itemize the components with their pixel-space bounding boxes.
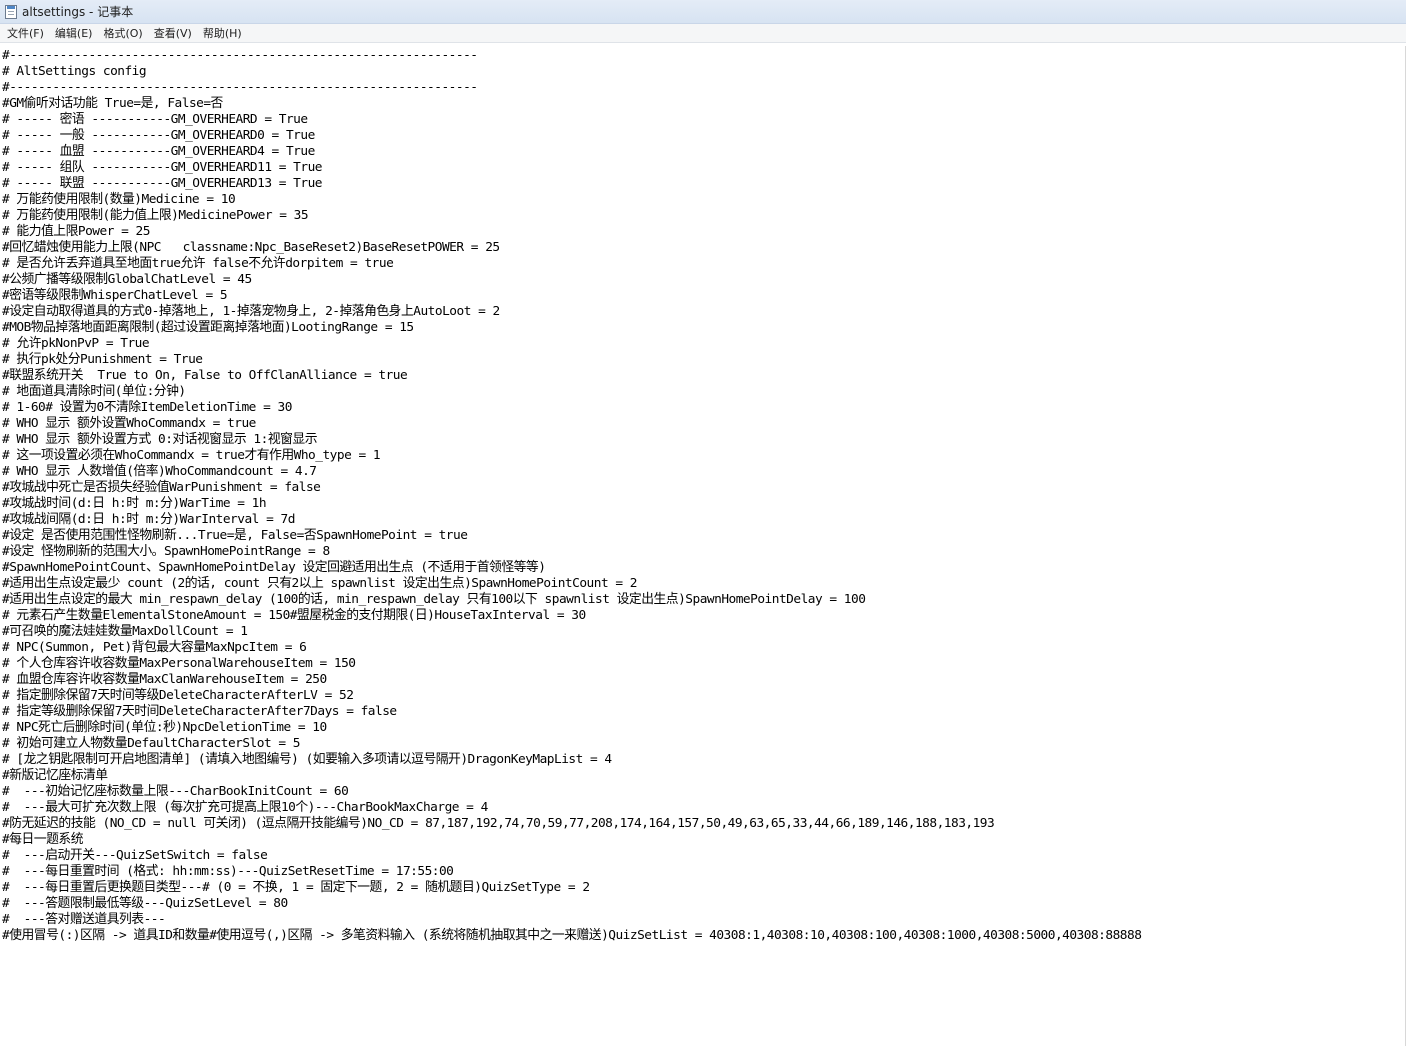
- text-line: #防无延迟的技能 (NO_CD = null 可关闭) (逗点隔开技能编号)NO…: [2, 816, 995, 831]
- text-line: #公频广播等级限制GlobalChatLevel = 45: [2, 272, 252, 287]
- text-line: #SpawnHomePointCount、SpawnHomePointDelay…: [2, 560, 546, 575]
- text-line: # ---启动开关---QuizSetSwitch = false: [2, 848, 268, 863]
- notepad-window: altsettings - 记事本 文件(F) 编辑(E) 格式(O) 查看(V…: [0, 0, 1406, 1046]
- menu-bar: 文件(F) 编辑(E) 格式(O) 查看(V) 帮助(H): [0, 24, 1406, 43]
- text-line: #每日一题系统: [2, 832, 84, 847]
- text-line: #设定自动取得道具的方式0-掉落地上, 1-掉落宠物身上, 2-掉落角色身上Au…: [2, 304, 500, 319]
- text-line: #密语等级限制WhisperChatLevel = 5: [2, 288, 228, 303]
- text-line: # ----- 一般 -----------GM_OVERHEARD0 = Tr…: [2, 128, 315, 143]
- text-line: #攻城战间隔(d:日 h:时 m:分)WarInterval = 7d: [2, 512, 295, 527]
- text-line: # 是否允许丢弃道具至地面true允许 false不允许dorpitem = t…: [2, 256, 394, 271]
- text-line: # ---初始记忆座标数量上限---CharBookInitCount = 60: [2, 784, 349, 799]
- text-line: #使用冒号(:)区隔 -> 道具ID和数量#使用逗号(,)区隔 -> 多笔资料输…: [2, 928, 1142, 943]
- text-line: # 1-60# 设置为0不清除ItemDeletionTime = 30: [2, 400, 292, 415]
- text-line: # ----- 联盟 -----------GM_OVERHEARD13 = T…: [2, 176, 322, 191]
- text-line: #适用出生点设定的最大 min_respawn_delay (100的话, mi…: [2, 592, 866, 607]
- text-line: # WHO 显示 额外设置方式 0:对话视窗显示 1:视窗显示: [2, 432, 318, 447]
- text-line: #设定 怪物刷新的范围大小。SpawnHomePointRange = 8: [2, 544, 330, 559]
- text-line: # AltSettings config: [2, 64, 147, 79]
- title-bar[interactable]: altsettings - 记事本: [0, 0, 1406, 24]
- text-line: # ----- 组队 -----------GM_OVERHEARD11 = T…: [2, 160, 322, 175]
- menu-edit[interactable]: 编辑(E): [51, 25, 100, 41]
- text-line: # ---答题限制最低等级---QuizSetLevel = 80: [2, 896, 288, 911]
- text-line: #MOB物品掉落地面距离限制(超过设置距离掉落地面)LootingRange =…: [2, 320, 414, 335]
- text-line: #攻城战时间(d:日 h:时 m:分)WarTime = 1h: [2, 496, 267, 511]
- text-line: # ---最大可扩充次数上限 (每次扩充可提高上限10个)---CharBook…: [2, 800, 488, 815]
- text-line: # ----- 密语 -----------GM_OVERHEARD = Tru…: [2, 112, 308, 127]
- text-line: # 这一项设置必须在WhoCommandx = true才有作用Who_type…: [2, 448, 381, 463]
- notepad-icon: [5, 4, 17, 19]
- text-line: #可召唤的魔法娃娃数量MaxDollCount = 1: [2, 624, 248, 639]
- text-line: # 执行pk处分Punishment = True: [2, 352, 203, 367]
- text-line: # 个人仓库容许收容数量MaxPersonalWarehouseItem = 1…: [2, 656, 356, 671]
- text-line: #适用出生点设定最少 count (2的话, count 只有2以上 spawn…: [2, 576, 637, 591]
- text-line: # 指定删除保留7天时间等级DeleteCharacterAfterLV = 5…: [2, 688, 354, 703]
- text-line: # 元素石产生数量ElementalStoneAmount = 150#盟屋税金…: [2, 608, 586, 623]
- text-line: #回忆蜡烛使用能力上限(NPC classname:Npc_BaseReset2…: [2, 240, 500, 255]
- text-line: # 能力值上限Power = 25: [2, 224, 150, 239]
- text-editor-area[interactable]: #---------------------------------------…: [0, 46, 1406, 1046]
- text-line: # WHO 显示 额外设置WhoCommandx = true: [2, 416, 256, 431]
- text-line: # 血盟仓库容许收容数量MaxClanWarehouseItem = 250: [2, 672, 327, 687]
- text-line: # NPC(Summon, Pet)背包最大容量MaxNpcItem = 6: [2, 640, 307, 655]
- menu-help[interactable]: 帮助(H): [199, 25, 249, 41]
- text-line: # WHO 显示 人数增值(倍率)WhoCommandcount = 4.7: [2, 464, 317, 479]
- menu-view[interactable]: 查看(V): [150, 25, 199, 41]
- text-line: # NPC死亡后删除时间(单位:秒)NpcDeletionTime = 10: [2, 720, 327, 735]
- text-line: # 万能药使用限制(能力值上限)MedicinePower = 35: [2, 208, 309, 223]
- text-line: #---------------------------------------…: [2, 48, 478, 63]
- window-title: altsettings - 记事本: [22, 5, 134, 19]
- text-line: # ----- 血盟 -----------GM_OVERHEARD4 = Tr…: [2, 144, 315, 159]
- text-line: #联盟系统开关 True to On, False to OffClanAlli…: [2, 368, 408, 383]
- menu-format[interactable]: 格式(O): [99, 25, 149, 41]
- text-line: #新版记忆座标清单: [2, 768, 108, 783]
- text-line: # [龙之钥匙限制可开启地图清单] (请填入地图编号) (如要输入多项请以逗号隔…: [2, 752, 612, 767]
- text-line: # 允许pkNonPvP = True: [2, 336, 150, 351]
- text-line: # ---答对赠送道具列表---: [2, 912, 166, 927]
- text-line: #设定 是否使用范围性怪物刷新...True=是, False=否SpawnHo…: [2, 528, 468, 543]
- text-line: # 万能药使用限制(数量)Medicine = 10: [2, 192, 236, 207]
- text-line: # 初始可建立人物数量DefaultCharacterSlot = 5: [2, 736, 301, 751]
- text-line: # 指定等级删除保留7天时间DeleteCharacterAfter7Days …: [2, 704, 397, 719]
- text-line: # 地面道具清除时间(单位:分钟): [2, 384, 186, 399]
- menu-file[interactable]: 文件(F): [3, 25, 51, 41]
- text-line: # ---每日重置时间 (格式: hh:mm:ss)---QuizSetRese…: [2, 864, 454, 879]
- text-line: #GM偷听对话功能 True=是, False=否: [2, 96, 223, 111]
- text-line: # ---每日重置后更换题目类型---# (0 = 不换, 1 = 固定下一题,…: [2, 880, 590, 895]
- text-line: #---------------------------------------…: [2, 80, 478, 95]
- text-line: #攻城战中死亡是否损失经验值WarPunishment = false: [2, 480, 321, 495]
